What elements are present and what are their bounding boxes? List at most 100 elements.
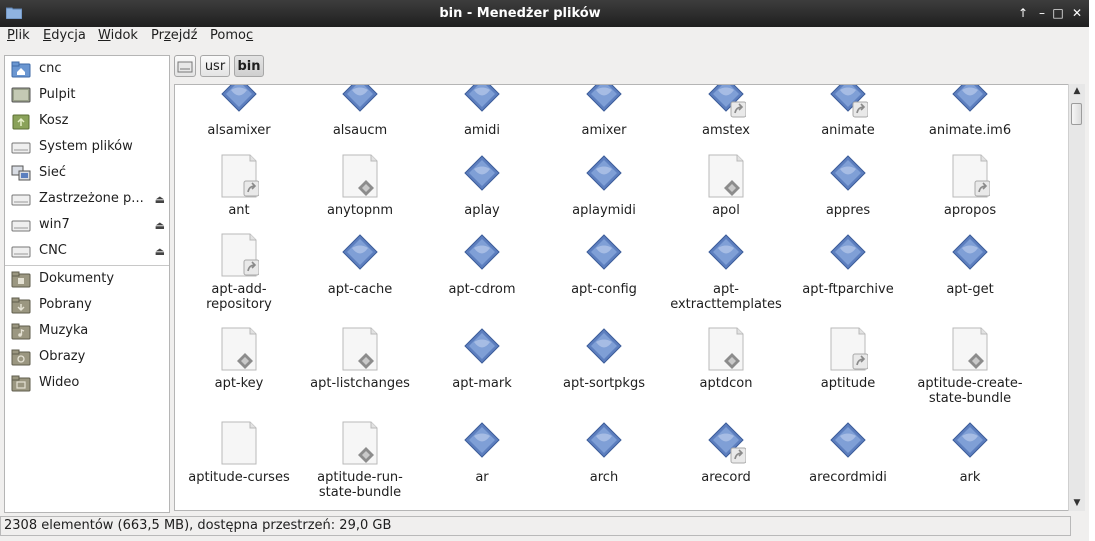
title-bar[interactable]: bin - Menedżer plików ↑ – □ ✕ — [0, 0, 1089, 27]
file-label-line: arecordmidi — [809, 470, 887, 485]
file-item-label: ar — [423, 470, 541, 485]
sidebar-item-label: cnc — [39, 61, 62, 76]
file-item-label: arch — [545, 470, 663, 485]
file-label-line: state-bundle — [928, 391, 1012, 406]
path-root-button[interactable] — [174, 55, 196, 77]
menu-edycja[interactable]: Edycja — [43, 28, 86, 43]
script-file-icon — [221, 327, 257, 371]
executable-file-icon — [586, 85, 622, 112]
executable-file-icon — [586, 422, 622, 458]
folder-documents-icon — [11, 271, 31, 288]
file-item-label: aplaymidi — [545, 203, 663, 218]
sidebar-bookmark-muzyka[interactable]: Muzyka — [5, 319, 169, 343]
drive-icon — [11, 142, 31, 154]
eject-icon[interactable]: ⏏ — [155, 193, 165, 206]
script-file-icon — [952, 327, 988, 371]
executable-file-icon — [708, 234, 744, 270]
file-icon-view[interactable]: alsamixer alsaucm amidi amixer amstex animate… — [174, 84, 1085, 511]
minimize-button[interactable]: – — [1034, 5, 1050, 21]
sidebar-bookmark-dokumenty[interactable]: Dokumenty — [5, 267, 169, 291]
window-title: bin - Menedżer plików — [439, 6, 601, 21]
file-label-line: aplay — [464, 203, 500, 218]
path-segment-bin[interactable]: bin — [234, 55, 264, 77]
executable-file-icon — [830, 234, 866, 270]
file-label-line: repository — [206, 297, 272, 312]
drive-icon — [11, 220, 31, 232]
sidebar-item-kosz[interactable]: Kosz — [5, 109, 169, 133]
document-file-icon — [221, 421, 257, 465]
status-bar: 2308 elementów (663,5 MB), dostępna prze… — [0, 516, 1071, 536]
window-up-button[interactable]: ↑ — [1015, 5, 1031, 21]
executable-file-icon — [830, 422, 866, 458]
executable-file-icon — [586, 328, 622, 364]
sidebar-item-pulpit[interactable]: Pulpit — [5, 83, 169, 107]
file-label-line: extracttemplates — [670, 297, 782, 312]
menu-bar: Plik Edycja Widok Przejdź Pomoc — [0, 27, 1089, 49]
file-item-label: aptdcon — [667, 376, 785, 391]
sidebar-item-label: Obrazy — [39, 349, 86, 364]
scroll-thumb[interactable] — [1071, 103, 1082, 125]
script-file-icon — [221, 154, 259, 198]
file-label-line: animate — [821, 123, 875, 138]
scroll-down-arrow[interactable]: ▼ — [1069, 496, 1085, 510]
network-icon — [11, 165, 31, 181]
sidebar-item-label: Pobrany — [39, 297, 92, 312]
sidebar-item-label: Wideo — [39, 375, 80, 390]
eject-icon[interactable]: ⏏ — [155, 219, 165, 232]
executable-file-icon — [952, 234, 988, 270]
sidebar-bookmark-wideo[interactable]: Wideo — [5, 371, 169, 395]
file-label-line: arecord — [701, 470, 751, 485]
vertical-scrollbar[interactable]: ▲ ▼ — [1068, 84, 1085, 511]
executable-file-icon — [586, 234, 622, 270]
close-button[interactable]: ✕ — [1069, 5, 1085, 21]
file-item-label: ant — [180, 203, 298, 218]
sidebar-item-label: Muzyka — [39, 323, 89, 338]
file-label-line: aplaymidi — [572, 203, 636, 218]
menu-plik[interactable]: Plik — [7, 28, 30, 43]
path-segment-usr[interactable]: usr — [200, 55, 230, 77]
file-item-label: apropos — [911, 203, 1029, 218]
file-item-label: apt-extracttemplates — [667, 282, 785, 312]
file-item-label: apt-listchanges — [301, 376, 419, 391]
folder-download-icon — [11, 297, 31, 314]
menu-przejdz[interactable]: Przejdź — [151, 28, 197, 43]
sidebar-item-sieć[interactable]: Sieć — [5, 161, 169, 185]
sidebar-item-win7[interactable]: win7 ⏏ — [5, 213, 169, 237]
file-label-line: apt-config — [571, 282, 637, 297]
executable-file-icon — [342, 234, 378, 270]
sidebar-item-zastrzeżone-p[interactable]: Zastrzeżone p... ⏏ — [5, 187, 169, 211]
sidebar-bookmark-pobrany[interactable]: Pobrany — [5, 293, 169, 317]
file-label-line: amidi — [463, 123, 501, 138]
scroll-up-arrow[interactable]: ▲ — [1069, 84, 1085, 98]
sidebar-item-system-plików[interactable]: System plików — [5, 135, 169, 159]
executable-file-icon — [952, 422, 988, 458]
menu-pomoc[interactable]: Pomoc — [210, 28, 253, 43]
sidebar-item-cnc[interactable]: CNC ⏏ — [5, 239, 169, 263]
maximize-button[interactable]: □ — [1050, 5, 1066, 21]
file-item-label: apt-key — [180, 376, 298, 391]
file-item-label: apt-config — [545, 282, 663, 297]
file-item-label: ark — [911, 470, 1029, 485]
menu-widok[interactable]: Widok — [98, 28, 138, 43]
file-item-label: appres — [789, 203, 907, 218]
desktop-icon — [11, 87, 31, 103]
file-label-line: apt-mark — [452, 376, 512, 391]
sidebar-item-cnc[interactable]: cnc — [5, 57, 169, 81]
file-item-label: aplay — [423, 203, 541, 218]
file-item-label: apt-cache — [301, 282, 419, 297]
executable-file-icon — [464, 85, 500, 112]
file-item-label: aptitude-create-state-bundle — [911, 376, 1029, 406]
file-label-line: apt-key — [214, 376, 264, 391]
file-manager-window: bin - Menedżer plików ↑ – □ ✕ Plik Edycj… — [0, 0, 1089, 541]
executable-file-icon — [464, 155, 500, 191]
eject-icon[interactable]: ⏏ — [155, 245, 165, 258]
file-item-label: alsaucm — [301, 123, 419, 138]
folder-music-icon — [11, 323, 31, 340]
folder-pictures-icon — [11, 349, 31, 366]
file-label-line: apt-cache — [327, 282, 393, 297]
file-label-line: ant — [228, 203, 250, 218]
file-item-label: apt-add-repository — [180, 282, 298, 312]
sidebar-bookmark-obrazy[interactable]: Obrazy — [5, 345, 169, 369]
trash-icon — [12, 114, 30, 130]
file-label-line: apt- — [712, 282, 739, 297]
